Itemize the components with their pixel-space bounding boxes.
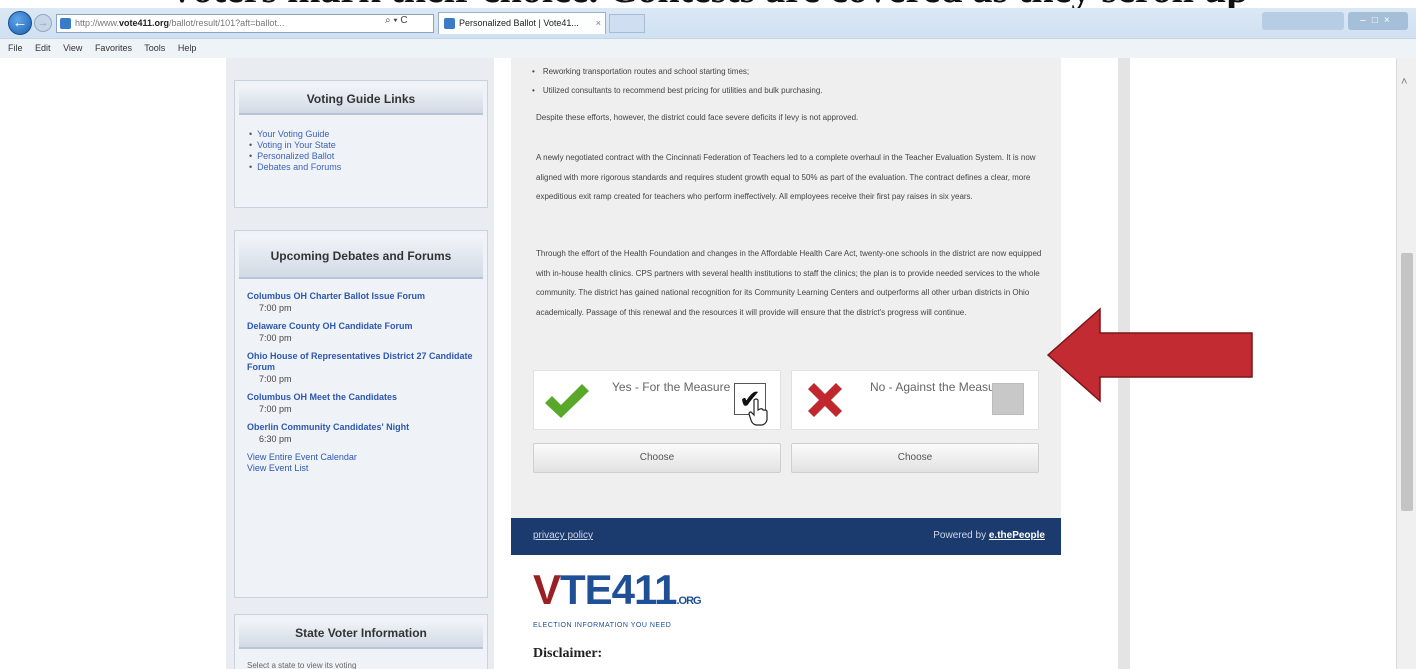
privacy-policy-link[interactable]: privacy policy (533, 530, 593, 541)
bullet-item: Reworking transportation routes and scho… (532, 62, 823, 81)
no-option[interactable]: No - Against the Measure (791, 370, 1039, 430)
address-actions[interactable]: ⌕ ▾ C (385, 15, 408, 26)
event-title[interactable]: Ohio House of Representatives District 2… (247, 351, 477, 373)
green-check-icon (545, 384, 589, 418)
no-label: No - Against the Measure (870, 380, 1006, 394)
forward-button[interactable]: → (34, 14, 52, 32)
powered-by: Powered by e.thePeople (933, 530, 1045, 541)
measure-description: Reworking transportation routes and scho… (511, 58, 1061, 518)
address-path: /ballot/result/101?aft=ballot... (169, 18, 285, 28)
main-article-column: Reworking transportation routes and scho… (511, 58, 1061, 669)
yes-option[interactable]: Yes - For the Measure ✔ (533, 370, 781, 430)
state-voter-text: Select a state to view its voting (247, 661, 357, 669)
annotation-arrow-icon (1046, 307, 1253, 403)
event-time: 7:00 pm (259, 303, 292, 313)
measure-bullets: Reworking transportation routes and scho… (532, 62, 823, 100)
tab-close-icon[interactable]: × (596, 13, 601, 33)
logo-tagline: ELECTION INFORMATION YOU NEED (533, 622, 672, 629)
state-voter-title: State Voter Information (239, 619, 483, 649)
scroll-thumb[interactable] (1401, 253, 1413, 511)
window-caption (1262, 12, 1344, 30)
new-tab-button[interactable] (609, 14, 645, 33)
address-prefix: http://www. (75, 18, 120, 28)
event-time: 7:00 pm (259, 374, 292, 384)
debates-title: Upcoming Debates and Forums (239, 235, 483, 279)
footer-bar: privacy policy Powered by e.thePeople (511, 518, 1061, 555)
menu-bar: File Edit View Favorites Tools Help (0, 38, 1416, 58)
menu-file[interactable]: File (8, 43, 23, 53)
powered-by-brand-link[interactable]: e.thePeople (989, 530, 1045, 541)
powered-by-text: Powered by (933, 530, 987, 541)
debates-widget: Upcoming Debates and Forums Columbus OH … (234, 230, 488, 598)
menu-favorites[interactable]: Favorites (95, 43, 132, 53)
browser-chrome: ← → http://www.vote411.org/ballot/result… (0, 8, 1416, 58)
event-item: Ohio House of Representatives District 2… (247, 351, 477, 385)
tab-personalized-ballot[interactable]: Personalized Ballot | Vote41... × (438, 12, 606, 34)
menu-view[interactable]: View (63, 43, 82, 53)
menu-help[interactable]: Help (178, 43, 197, 53)
link-debates-and-forums[interactable]: Debates and Forums (249, 162, 473, 173)
link-your-voting-guide[interactable]: Your Voting Guide (249, 129, 473, 140)
link-voting-in-your-state[interactable]: Voting in Your State (249, 140, 473, 151)
event-time: 6:30 pm (259, 434, 292, 444)
page-scrollbar[interactable]: ˄ (1396, 58, 1416, 669)
window-controls[interactable]: –□× (1348, 12, 1408, 30)
event-time: 7:00 pm (259, 404, 292, 414)
event-title[interactable]: Columbus OH Charter Ballot Issue Forum (247, 291, 477, 302)
event-item: Oberlin Community Candidates' Night 6:30… (247, 422, 477, 445)
choose-no-button[interactable]: Choose (791, 443, 1039, 473)
screenshot: Voters mark their choice. Contests are c… (0, 0, 1416, 669)
site-favicon-icon (60, 18, 71, 29)
view-event-list-link[interactable]: View Event List (247, 463, 477, 474)
paragraph: Despite these efforts, however, the dist… (536, 113, 859, 122)
scroll-up-icon[interactable]: ˄ (1401, 76, 1407, 88)
event-item: Delaware County OH Candidate Forum 7:00 … (247, 321, 477, 344)
no-checkbox[interactable] (992, 383, 1024, 415)
hand-cursor-icon (748, 398, 768, 426)
choose-yes-button[interactable]: Choose (533, 443, 781, 473)
event-title[interactable]: Columbus OH Meet the Candidates (247, 392, 477, 403)
view-calendar-link[interactable]: View Entire Event Calendar (247, 452, 477, 463)
yes-label: Yes - For the Measure (612, 380, 731, 394)
disclaimer-heading: Disclaimer: (533, 646, 603, 661)
event-time: 7:00 pm (259, 333, 292, 343)
paragraph: Through the effort of the Health Foundat… (536, 249, 1042, 317)
left-sidebar: Voting Guide Links Your Voting Guide Vot… (226, 58, 494, 669)
menu-edit[interactable]: Edit (35, 43, 51, 53)
event-list: Columbus OH Charter Ballot Issue Forum 7… (235, 283, 487, 484)
voting-guide-widget: Voting Guide Links Your Voting Guide Vot… (234, 80, 488, 208)
bullet-item: Utilized consultants to recommend best p… (532, 81, 823, 100)
paragraph: A newly negotiated contract with the Cin… (536, 153, 1036, 201)
event-item: Columbus OH Charter Ballot Issue Forum 7… (247, 291, 477, 314)
address-domain: vote411.org (119, 18, 170, 28)
event-title[interactable]: Delaware County OH Candidate Forum (247, 321, 477, 332)
address-bar[interactable]: http://www.vote411.org/ballot/result/101… (56, 14, 434, 33)
back-button[interactable]: ← (8, 11, 32, 35)
slide-heading: Voters mark their choice. Contests are c… (0, 0, 1416, 8)
menu-tools[interactable]: Tools (144, 43, 165, 53)
tab-favicon-icon (444, 18, 455, 29)
tab-title: Personalized Ballot | Vote41... (459, 18, 579, 28)
state-voter-widget: State Voter Information Select a state t… (234, 614, 488, 669)
event-title[interactable]: Oberlin Community Candidates' Night (247, 422, 477, 433)
link-personalized-ballot[interactable]: Personalized Ballot (249, 151, 473, 162)
red-x-icon (808, 383, 842, 417)
voting-guide-title: Voting Guide Links (239, 85, 483, 115)
voting-guide-links: Your Voting Guide Voting in Your State P… (235, 119, 487, 183)
event-item: Columbus OH Meet the Candidates 7:00 pm (247, 392, 477, 415)
logo-wordmark: VTE411.ORG (533, 566, 702, 613)
vote411-logo: VTE411.ORG ELECTION INFORMATION YOU NEED (533, 569, 773, 631)
